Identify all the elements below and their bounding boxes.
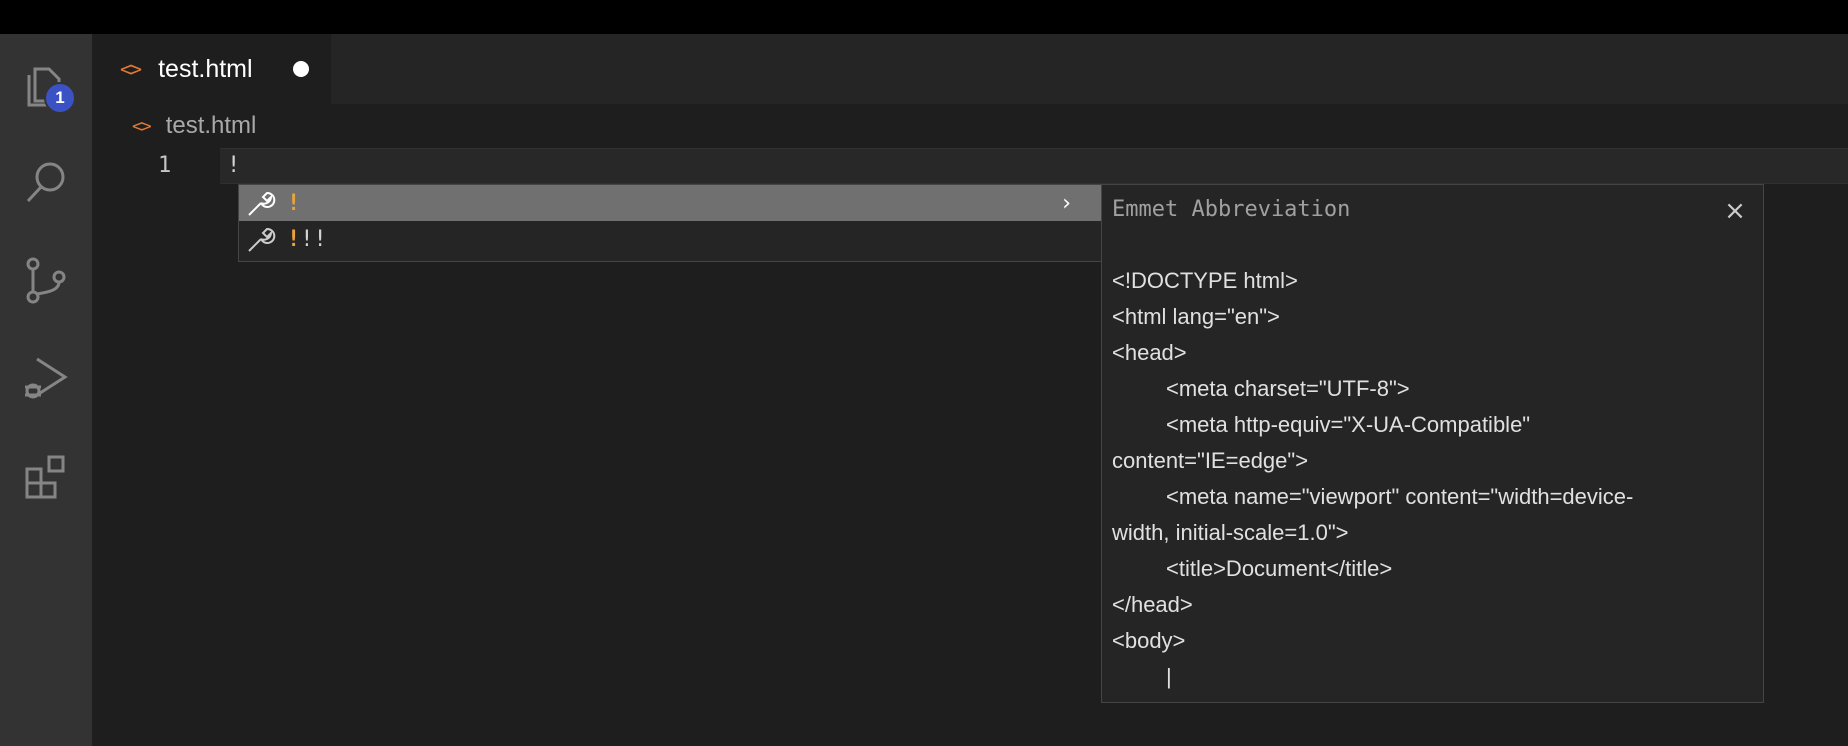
suggestion-widget: ! › !!!: [238, 184, 1102, 262]
chevron-right-icon[interactable]: ›: [1062, 191, 1071, 216]
preview-line: content="IE=edge">: [1112, 448, 1309, 473]
title-bar: [0, 0, 1848, 34]
breadcrumb-label: test.html: [165, 112, 257, 139]
preview-line: <meta name="viewport" content="width=dev…: [1166, 484, 1634, 509]
wrench-icon: [248, 191, 276, 216]
html-file-icon: <>: [120, 57, 142, 81]
source-control-icon: [26, 257, 66, 304]
breadcrumb[interactable]: <> test.html: [132, 108, 256, 144]
run-debug-icon: [25, 357, 68, 399]
tab-label: test.html: [158, 54, 253, 83]
suggestion-label: !: [287, 190, 301, 216]
search-button[interactable]: [14, 150, 78, 214]
close-icon[interactable]: ×: [1721, 196, 1749, 226]
suggestion-label: !!!: [287, 226, 327, 252]
suggestion-item[interactable]: ! ›: [239, 185, 1101, 221]
preview-line: width, initial-scale=1.0">: [1112, 520, 1349, 545]
details-preview: <!DOCTYPE html> <html lang="en"> <head> <me…: [1112, 263, 1752, 695]
explorer-badge: 1: [44, 82, 76, 114]
preview-line: <head>: [1112, 340, 1187, 365]
html-file-icon: <>: [132, 115, 152, 137]
preview-line: </head>: [1112, 592, 1193, 617]
activity-bar: 1: [0, 34, 92, 746]
tab-bar: <> test.html: [92, 34, 1848, 104]
preview-line: <body>: [1112, 628, 1186, 653]
code-line[interactable]: !: [227, 150, 240, 182]
preview-line: <meta charset="UTF-8">: [1166, 376, 1410, 401]
search-icon: [26, 162, 65, 203]
unsaved-dot-icon[interactable]: [293, 61, 309, 77]
source-control-button[interactable]: [14, 248, 78, 312]
preview-line: |: [1166, 664, 1172, 689]
preview-line: <meta http-equiv="X-UA-Compatible": [1166, 412, 1531, 437]
extensions-icon: [25, 455, 65, 499]
suggestion-item[interactable]: !!!: [239, 221, 1101, 257]
preview-line: <!DOCTYPE html>: [1112, 268, 1298, 293]
suggestion-details-panel: Emmet Abbreviation × <!DOCTYPE html> <htm…: [1101, 184, 1764, 703]
line-number: 1: [158, 153, 172, 178]
tab-test-html[interactable]: <> test.html: [92, 34, 332, 104]
preview-line: <html lang="en">: [1112, 304, 1280, 329]
preview-line: <title>Document</title>: [1166, 556, 1393, 581]
details-title: Emmet Abbreviation: [1112, 197, 1351, 222]
extensions-button[interactable]: [14, 444, 78, 508]
wrench-icon: [248, 227, 276, 252]
run-debug-button[interactable]: [14, 346, 78, 410]
current-line-highlight: [220, 148, 1848, 184]
